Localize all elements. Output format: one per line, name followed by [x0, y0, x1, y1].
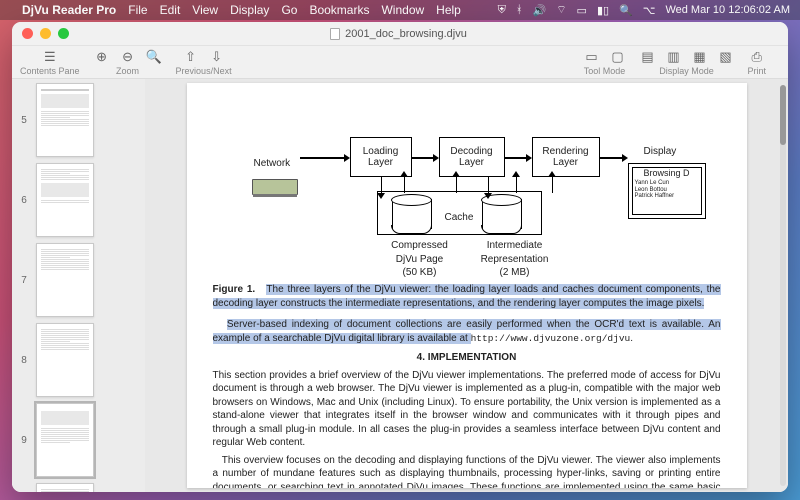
page-number: 8 — [16, 355, 32, 366]
page-number: 6 — [16, 195, 32, 206]
status-bluetooth-icon[interactable]: ᚼ — [516, 4, 523, 16]
diagram-box-display: Browsing D Yann Le Cun Leon Bottou Patri… — [628, 163, 706, 219]
macos-menu-bar: DjVu Reader Pro File Edit View Display G… — [0, 0, 800, 20]
thumbnail-page[interactable] — [36, 163, 94, 237]
selected-text[interactable]: Server-based indexing of document collec… — [213, 319, 721, 344]
label-prev-next: Previous/Next — [176, 66, 232, 76]
page-number: 9 — [16, 435, 32, 446]
page-viewport[interactable]: Network Loading Layer Decoding Layer Ren… — [145, 79, 788, 492]
figure-caption-label: Figure 1. — [213, 284, 256, 295]
paragraph: Server-based indexing of document collec… — [213, 318, 721, 345]
window-titlebar: 2001_doc_browsing.djvu — [12, 22, 788, 46]
tool-group-zoom: ⊕ ⊖ 🔍 Zoom — [94, 48, 162, 76]
diagram-credit: Patrick Haffner — [635, 193, 699, 199]
document-icon — [330, 28, 340, 40]
document-page: Network Loading Layer Decoding Layer Ren… — [187, 83, 747, 488]
minimize-button[interactable] — [40, 28, 51, 39]
display-mode-4-button[interactable]: ▧ — [717, 49, 733, 65]
status-battery-icon[interactable]: ▮▯ — [597, 4, 609, 17]
contents-pane-button[interactable]: ☰ — [42, 49, 58, 65]
zoom-fit-button[interactable]: 🔍 — [146, 49, 162, 65]
label-print: Print — [747, 66, 766, 76]
tool-mode-select-button[interactable]: ▭ — [583, 49, 599, 65]
text: . — [630, 333, 633, 344]
tool-mode-hand-button[interactable]: ▢ — [609, 49, 625, 65]
status-control-center-icon[interactable]: ⌥ — [643, 4, 656, 17]
app-window: 2001_doc_browsing.djvu ☰ Contents Pane ⊕… — [12, 22, 788, 492]
window-controls — [22, 28, 69, 39]
status-clock[interactable]: Wed Mar 10 12:06:02 AM — [665, 4, 790, 16]
tool-group-contents: ☰ Contents Pane — [20, 48, 80, 76]
thumbnail-page[interactable] — [36, 83, 94, 157]
display-mode-3-button[interactable]: ▦ — [691, 49, 707, 65]
paragraph: This overview focuses on the decoding an… — [213, 454, 721, 488]
status-flag-icon[interactable]: ▭ — [577, 4, 587, 17]
toolbar: ☰ Contents Pane ⊕ ⊖ 🔍 Zoom ⇧ ⇩ Previous/… — [12, 46, 788, 79]
selected-text[interactable]: The three layers of the DjVu viewer: the… — [213, 284, 721, 309]
vertical-scrollbar[interactable] — [780, 85, 786, 486]
diagram-label-intermediate: Intermediate Representation (2 MB) — [470, 239, 560, 280]
thumbnail-pane[interactable]: 5 6 7 8 9 10 — [12, 79, 145, 492]
menu-window[interactable]: Window — [381, 3, 424, 17]
label-contents-pane: Contents Pane — [20, 66, 80, 76]
diagram-box-rendering: Rendering Layer — [532, 137, 600, 177]
diagram-label-display: Display — [644, 145, 677, 159]
diagram-cache-box — [377, 191, 542, 235]
label-tool-mode: Tool Mode — [584, 66, 626, 76]
tool-group-toolmode: ▭ ▢ Tool Mode — [583, 48, 625, 76]
menu-edit[interactable]: Edit — [160, 3, 181, 17]
document-title-text: 2001_doc_browsing.djvu — [345, 28, 467, 40]
display-mode-2-button[interactable]: ▥ — [665, 49, 681, 65]
document-title: 2001_doc_browsing.djvu — [69, 28, 728, 40]
diagram-device-icon — [252, 179, 298, 195]
thumbnail-page[interactable] — [36, 243, 94, 317]
menu-file[interactable]: File — [128, 3, 147, 17]
section-heading: 4. IMPLEMENTATION — [213, 351, 721, 365]
tool-group-displaymode: ▤ ▥ ▦ ▧ Display Mode — [639, 48, 733, 76]
content-area: 5 6 7 8 9 10 Network Loading Layer Decod… — [12, 79, 788, 492]
label-zoom: Zoom — [116, 66, 139, 76]
scrollbar-thumb[interactable] — [780, 85, 786, 145]
figure-caption: Figure 1. The three layers of the DjVu v… — [213, 283, 721, 310]
thumbnail-page-selected[interactable] — [36, 403, 94, 477]
paragraph: This section provides a brief overview o… — [213, 369, 721, 450]
close-button[interactable] — [22, 28, 33, 39]
app-menu[interactable]: DjVu Reader Pro — [22, 3, 116, 17]
page-number: 5 — [16, 115, 32, 126]
next-page-button[interactable]: ⇩ — [209, 49, 225, 65]
zoom-in-button[interactable]: ⊕ — [94, 49, 110, 65]
previous-page-button[interactable]: ⇧ — [183, 49, 199, 65]
display-mode-1-button[interactable]: ▤ — [639, 49, 655, 65]
print-button[interactable]: ⎙ — [749, 49, 765, 65]
status-wifi-icon[interactable]: ⌔ — [556, 3, 566, 17]
status-search-icon[interactable]: 🔍 — [619, 4, 633, 17]
menu-display[interactable]: Display — [230, 3, 269, 17]
thumbnail-page[interactable] — [36, 323, 94, 397]
status-shield-icon[interactable]: ⛨ — [498, 4, 506, 17]
fullscreen-button[interactable] — [58, 28, 69, 39]
diagram-label-compressed: Compressed DjVu Page (50 KB) — [380, 239, 460, 280]
url-text: http://www.djvuzone.org/djvu — [471, 333, 631, 344]
menu-bookmarks[interactable]: Bookmarks — [309, 3, 369, 17]
figure-diagram: Network Loading Layer Decoding Layer Ren… — [232, 101, 702, 277]
status-volume-icon[interactable]: 🔊 — [533, 4, 547, 17]
zoom-out-button[interactable]: ⊖ — [120, 49, 136, 65]
menu-view[interactable]: View — [192, 3, 218, 17]
tool-group-prevnext: ⇧ ⇩ Previous/Next — [176, 48, 232, 76]
tool-group-print: ⎙ Print — [747, 48, 766, 76]
page-number: 7 — [16, 275, 32, 286]
diagram-box-decoding: Decoding Layer — [439, 137, 505, 177]
thumbnail-page[interactable] — [36, 483, 94, 492]
label-display-mode: Display Mode — [659, 66, 714, 76]
menu-help[interactable]: Help — [436, 3, 461, 17]
menu-go[interactable]: Go — [281, 3, 297, 17]
diagram-label-network: Network — [254, 157, 291, 171]
diagram-browsing-text: Browsing D — [635, 169, 699, 178]
